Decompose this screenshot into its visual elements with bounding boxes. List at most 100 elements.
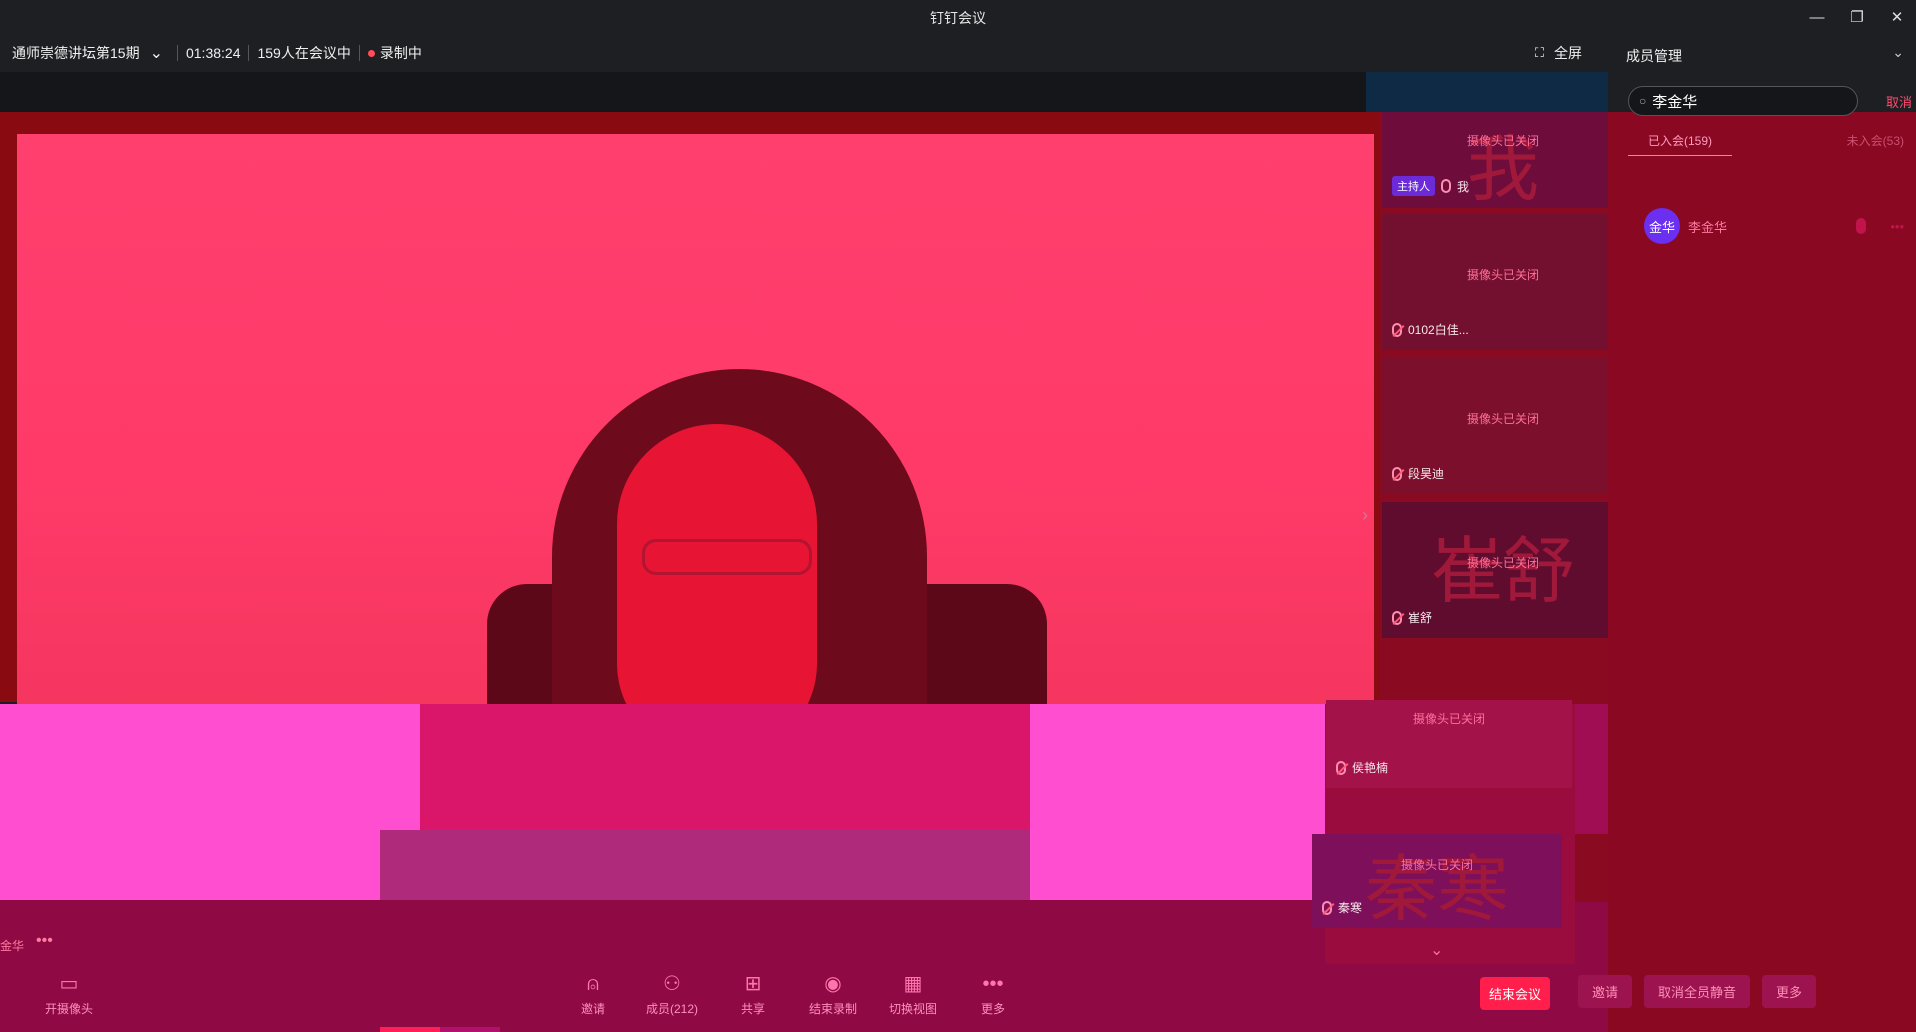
fullscreen-label: 全屏 (1554, 45, 1582, 61)
chevron-down-icon[interactable]: ⌄ (150, 43, 163, 63)
thumbnail-top-strip (1366, 72, 1608, 112)
thumbnail-tile[interactable]: 秦寒 摄像头已关闭 秦寒 (1312, 834, 1562, 928)
more-icon: ••• (982, 973, 1004, 995)
mic-muted-icon (1322, 900, 1332, 915)
camera-status: 摄像头已关闭 (1412, 712, 1485, 726)
avatar: 金华 (1644, 208, 1680, 244)
tab-joined[interactable]: 已入会(159) (1628, 122, 1733, 156)
thumbnail-footer: 崔舒 (1392, 609, 1432, 626)
next-page-icon[interactable]: › (1362, 505, 1368, 526)
grid-view-icon: ▦ (903, 973, 923, 995)
switch-view-label: 切换视图 (888, 1002, 937, 1016)
member-search-input[interactable]: ○ 李金华 (1628, 86, 1858, 116)
camera-status: 摄像头已关闭 (1466, 412, 1539, 426)
video-glasses-shape (642, 539, 812, 575)
share-icon: ⊞ (744, 973, 762, 995)
members-icon: ⚇ (663, 973, 681, 995)
invite-label: 邀请 (580, 1002, 605, 1016)
meeting-name[interactable]: 通师崇德讲坛第15期 ⌄ (12, 43, 163, 63)
camera-status: 摄像头已关闭 (1466, 134, 1539, 148)
scroll-down-icon[interactable]: ⌄ (1430, 940, 1443, 960)
participant-count: 159人在会议中 (257, 45, 351, 61)
panel-actions: 邀请 取消全员静音 更多 (1578, 975, 1817, 1008)
close-icon[interactable]: ✕ (1882, 4, 1912, 30)
search-value: 李金华 (1652, 93, 1698, 111)
thumbnail-tile[interactable]: 摄像头已关闭 0102白佳... (1382, 214, 1624, 350)
member-panel: 成员管理 ⌄ ○ 李金华 取消 已入会(159) 未入会(53) 金华 李金华 … (1608, 34, 1916, 1032)
thumbnail-footer: 主持人 我 (1392, 176, 1469, 196)
participant-name: 崔舒 (1408, 611, 1433, 625)
main-video[interactable] (17, 134, 1374, 704)
participant-name: 0102白佳... (1408, 323, 1469, 337)
invite-icon: ⍝ (587, 973, 599, 995)
more-icon[interactable]: ••• (36, 932, 53, 950)
participant-name: 秦寒 (1338, 901, 1363, 915)
camera-label: 开摄像头 (44, 1002, 93, 1016)
switch-view-button[interactable]: ▦ 切换视图 (878, 973, 948, 1017)
fullscreen-button[interactable]: ⛶ 全屏 (1535, 34, 1582, 72)
participant-name: 我 (1457, 179, 1470, 194)
restore-icon[interactable]: ❐ (1842, 4, 1872, 30)
end-meeting-button[interactable]: 结束会议 (1480, 977, 1551, 1010)
camera-status: 摄像头已关闭 (1466, 268, 1539, 282)
participant-name: 侯艳楠 (1352, 761, 1389, 775)
host-badge: 主持人 (1392, 176, 1435, 196)
video-glitch-jacket (380, 830, 1030, 900)
meeting-toolbar: ▭ 开摄像头 ⍝ 邀请 ⚇ 成员(212) ⊞ 共享 ◉ 结束录制 ▦ 切换视图… (0, 965, 1575, 1032)
mic-muted-icon (1392, 466, 1402, 481)
recording-label: 录制中 (379, 45, 422, 61)
participant-name: 段昊迪 (1408, 467, 1445, 481)
more-button[interactable]: ••• 更多 (958, 973, 1028, 1017)
share-button[interactable]: ⊞ 共享 (718, 973, 788, 1017)
mic-icon[interactable] (1856, 218, 1866, 234)
end-recording-button[interactable]: ◉ 结束录制 (798, 973, 868, 1017)
invite-button[interactable]: ⍝ 邀请 (558, 973, 628, 1017)
chevron-down-icon[interactable]: ⌄ (1892, 44, 1904, 61)
thumbnail-footer: 0102白佳... (1392, 321, 1469, 338)
meeting-info-bar: 通师崇德讲坛第15期 ⌄ 01:38:24 159人在会议中 录制中 ⛶ 全屏 (0, 34, 1608, 72)
panel-invite-button[interactable]: 邀请 (1578, 975, 1633, 1008)
fullscreen-icon: ⛶ (1534, 45, 1544, 60)
mic-muted-icon (1392, 322, 1402, 337)
more-icon[interactable]: ••• (1890, 219, 1904, 234)
meeting-name-label: 通师崇德讲坛第15期 (12, 45, 140, 61)
thumbnail-footer: 段昊迪 (1392, 465, 1444, 482)
more-label: 更多 (980, 1002, 1005, 1016)
record-icon: ◉ (824, 973, 842, 995)
divider (358, 45, 360, 61)
tab-not-joined[interactable]: 未入会(53) (1843, 122, 1908, 156)
thumbnail-footer: 秦寒 (1322, 899, 1362, 916)
minimize-icon[interactable]: — (1802, 4, 1832, 30)
speaker-name: 金华 (0, 939, 25, 953)
camera-status: 摄像头已关闭 (1466, 556, 1539, 570)
panel-more-button[interactable]: 更多 (1762, 975, 1817, 1008)
record-dot-icon (367, 49, 375, 57)
thumbnail-footer: 侯艳楠 (1336, 759, 1388, 776)
mic-icon (1441, 179, 1451, 193)
members-label: 成员(212) (645, 1002, 698, 1016)
thumbnail-tile[interactable]: 崔舒 摄像头已关闭 崔舒 (1382, 502, 1624, 638)
unmute-all-button[interactable]: 取消全员静音 (1644, 975, 1751, 1008)
panel-title: 成员管理 (1626, 48, 1682, 64)
member-row[interactable]: 金华 李金华 ••• (1644, 206, 1904, 246)
mic-muted-icon (1392, 610, 1402, 625)
app-title: 钉钉会议 (930, 10, 986, 26)
mic-muted-icon (1336, 760, 1346, 775)
divider (176, 45, 178, 61)
member-name: 李金华 (1688, 219, 1728, 235)
divider (248, 45, 250, 61)
elapsed-time: 01:38:24 (185, 45, 241, 61)
share-label: 共享 (740, 1002, 765, 1016)
thumbnail-tile[interactable]: 我 摄像头已关闭 主持人 我 (1382, 112, 1624, 208)
bottom-accent-bar (440, 1027, 500, 1032)
recording-status: 录制中 (367, 43, 422, 63)
thumbnail-tile[interactable]: 摄像头已关闭 段昊迪 (1382, 358, 1624, 494)
members-button[interactable]: ⚇ 成员(212) (637, 973, 707, 1017)
end-recording-label: 结束录制 (808, 1002, 857, 1016)
camera-button[interactable]: ▭ 开摄像头 (34, 973, 104, 1017)
member-tabs: 已入会(159) 未入会(53) (1628, 122, 1908, 156)
thumbnail-tile[interactable]: 摄像头已关闭 侯艳楠 (1326, 700, 1572, 788)
cancel-search-button[interactable]: 取消 (1886, 92, 1912, 111)
bottom-accent-bar (380, 1027, 440, 1032)
camera-icon: ▭ (59, 973, 79, 995)
